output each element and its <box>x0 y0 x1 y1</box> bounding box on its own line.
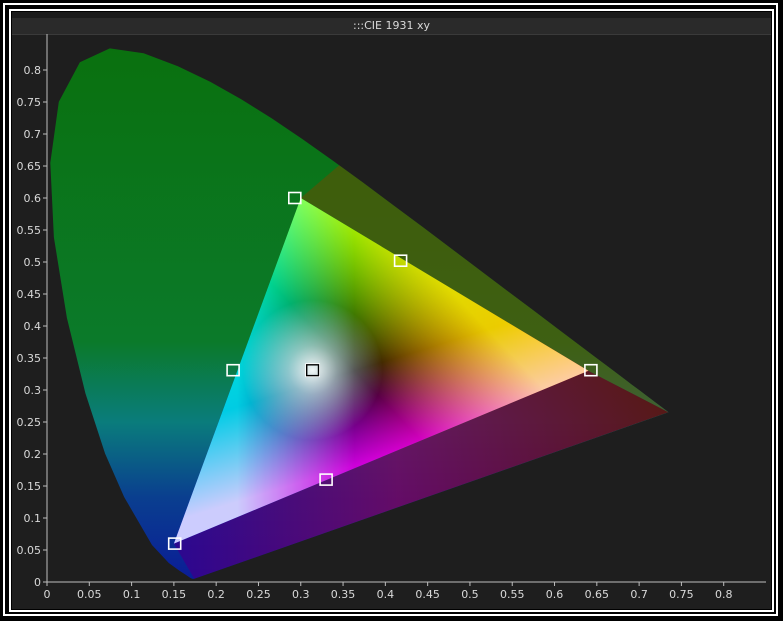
plot-area <box>50 48 669 579</box>
x-tick-label: 0 <box>44 588 51 601</box>
white-glow <box>242 300 383 441</box>
cie-chart: 0 0.05 0.1 0.15 0.2 0.25 0.3 0.35 0.4 0.45 0.5 0.55… <box>17 34 766 601</box>
y-tick-label: 0.1 <box>24 512 42 525</box>
x-tick-label: 0.65 <box>585 588 610 601</box>
y-tick-label: 0.05 <box>17 544 42 557</box>
y-tick-label: 0.35 <box>17 352 42 365</box>
x-tick-label: 0.15 <box>162 588 187 601</box>
y-tick-label: 0.15 <box>17 480 42 493</box>
x-tick-label: 0.75 <box>669 588 694 601</box>
y-tick-label: 0.4 <box>24 320 42 333</box>
x-tick-label: 0.1 <box>123 588 141 601</box>
x-tick-label: 0.4 <box>377 588 395 601</box>
y-tick-label: 0.5 <box>24 256 42 269</box>
y-tick-label: 0.55 <box>17 224 42 237</box>
y-tick-label: 0.45 <box>17 288 42 301</box>
x-tick-label: 0.3 <box>292 588 310 601</box>
x-tick-label: 0.25 <box>246 588 271 601</box>
x-tick-label: 0.8 <box>715 588 733 601</box>
y-tick-label: 0.7 <box>24 128 42 141</box>
y-tick-label: 0.25 <box>17 416 42 429</box>
y-tick-label: 0 <box>34 576 41 589</box>
x-tick-label: 0.5 <box>461 588 479 601</box>
y-tick-label: 0.3 <box>24 384 42 397</box>
x-tick-label: 0.55 <box>500 588 525 601</box>
x-tick-label: 0.05 <box>77 588 102 601</box>
x-tick-label: 0.7 <box>630 588 648 601</box>
y-tick-label: 0.2 <box>24 448 42 461</box>
y-tick-label: 0.65 <box>17 160 42 173</box>
x-tick-label: 0.45 <box>415 588 440 601</box>
x-tick-label: 0.35 <box>331 588 356 601</box>
y-tick-label: 0.8 <box>24 64 42 77</box>
x-tick-label: 0.2 <box>207 588 225 601</box>
y-tick-label: 0.75 <box>17 96 42 109</box>
x-tick-label: 0.6 <box>546 588 564 601</box>
y-tick-label: 0.6 <box>24 192 42 205</box>
